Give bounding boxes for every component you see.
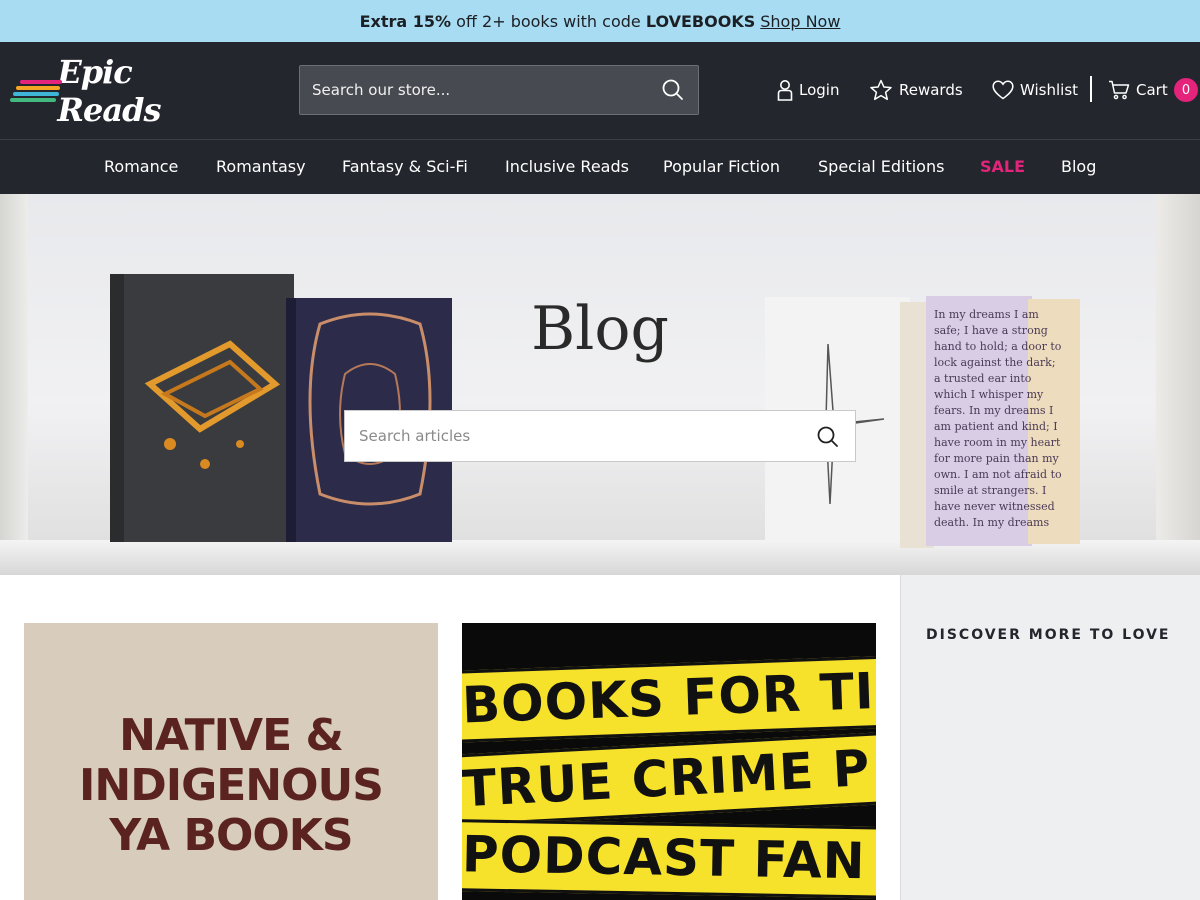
article-search: [344, 410, 856, 462]
nav-item-blog[interactable]: Blog: [1061, 157, 1096, 176]
discover-sidebar: DISCOVER MORE TO LOVE: [900, 575, 1200, 900]
nav-item-romantasy[interactable]: Romantasy: [216, 157, 306, 176]
rewards-link[interactable]: Rewards: [869, 77, 963, 103]
heart-icon: [992, 80, 1014, 100]
article-card-native-indigenous[interactable]: NATIVE & INDIGENOUS YA BOOKS: [24, 623, 438, 900]
article-search-input[interactable]: [345, 411, 795, 461]
store-search: [299, 65, 699, 115]
nav-item-inclusive-reads[interactable]: Inclusive Reads: [505, 157, 629, 176]
wishlist-link[interactable]: Wishlist: [992, 77, 1078, 103]
store-search-input[interactable]: [300, 66, 640, 114]
cart-link[interactable]: Cart: [1108, 77, 1168, 103]
promo-code: LOVEBOOKS: [645, 11, 756, 31]
article-card-true-crime[interactable]: BOOKS FOR TI TRUE CRIME P PODCAST FAN: [462, 623, 876, 900]
sidebar-heading: DISCOVER MORE TO LOVE: [926, 627, 1171, 643]
star-icon: [870, 79, 892, 101]
login-link[interactable]: Login: [777, 77, 839, 103]
blog-hero: In my dreams I am safe; I have a strong …: [0, 194, 1200, 575]
search-icon[interactable]: [660, 77, 686, 103]
nav-item-sale[interactable]: SALE: [980, 157, 1025, 176]
article-card-image-text: NATIVE & INDIGENOUS YA BOOKS: [79, 710, 384, 861]
wishlist-label: Wishlist: [1020, 81, 1079, 99]
search-icon[interactable]: [815, 424, 841, 450]
promo-discount: Extra 15%: [359, 11, 452, 31]
svg-text:a trusted ear into: a trusted ear into: [934, 372, 1032, 385]
page-title: Blog: [531, 294, 669, 364]
promo-text: off 2+ books with code: [451, 11, 646, 31]
nav-item-fantasy-scifi[interactable]: Fantasy & Sci-Fi: [342, 157, 468, 176]
nav-item-popular-fiction[interactable]: Popular Fiction: [663, 157, 780, 176]
main-nav: Romance Romantasy Fantasy & Sci-Fi Inclu…: [0, 139, 1200, 194]
svg-text:smile at strangers. I: smile at strangers. I: [934, 484, 1046, 497]
header-divider: [1090, 76, 1092, 102]
cart-label: Cart: [1136, 81, 1168, 99]
login-label: Login: [799, 81, 840, 99]
hero-books-illustration: In my dreams I am safe; I have a strong …: [110, 274, 1080, 548]
nav-item-special-editions[interactable]: Special Editions: [818, 157, 944, 176]
svg-text:own. I am not afraid to: own. I am not afraid to: [934, 468, 1062, 481]
rewards-label: Rewards: [899, 81, 963, 99]
user-icon: [777, 80, 793, 101]
svg-text:for more pain than my: for more pain than my: [934, 452, 1060, 465]
cart-icon: [1109, 80, 1130, 100]
svg-text:fears. In my dreams I: fears. In my dreams I: [934, 404, 1053, 417]
epic-reads-logo[interactable]: Epic Reads: [10, 53, 215, 129]
announcement-bar: Extra 15% off 2+ books with code LOVEBOO…: [0, 0, 1200, 42]
shop-now-link[interactable]: Shop Now: [760, 12, 840, 31]
svg-text:death. In my dreams: death. In my dreams: [934, 516, 1049, 529]
cart-count-badge: 0: [1174, 78, 1198, 102]
site-header: Epic Reads Login Rewards Wishlist Cart 0: [0, 42, 1200, 139]
svg-text:am patient and kind; I: am patient and kind; I: [934, 420, 1058, 433]
svg-text:have room in my heart: have room in my heart: [934, 436, 1061, 449]
svg-text:have never witnessed: have never witnessed: [934, 500, 1055, 513]
logo-text: Epic Reads: [57, 53, 161, 129]
logo-stripes-icon: [10, 76, 62, 106]
svg-text:which I whisper my: which I whisper my: [934, 388, 1044, 401]
nav-item-romance[interactable]: Romance: [104, 157, 178, 176]
